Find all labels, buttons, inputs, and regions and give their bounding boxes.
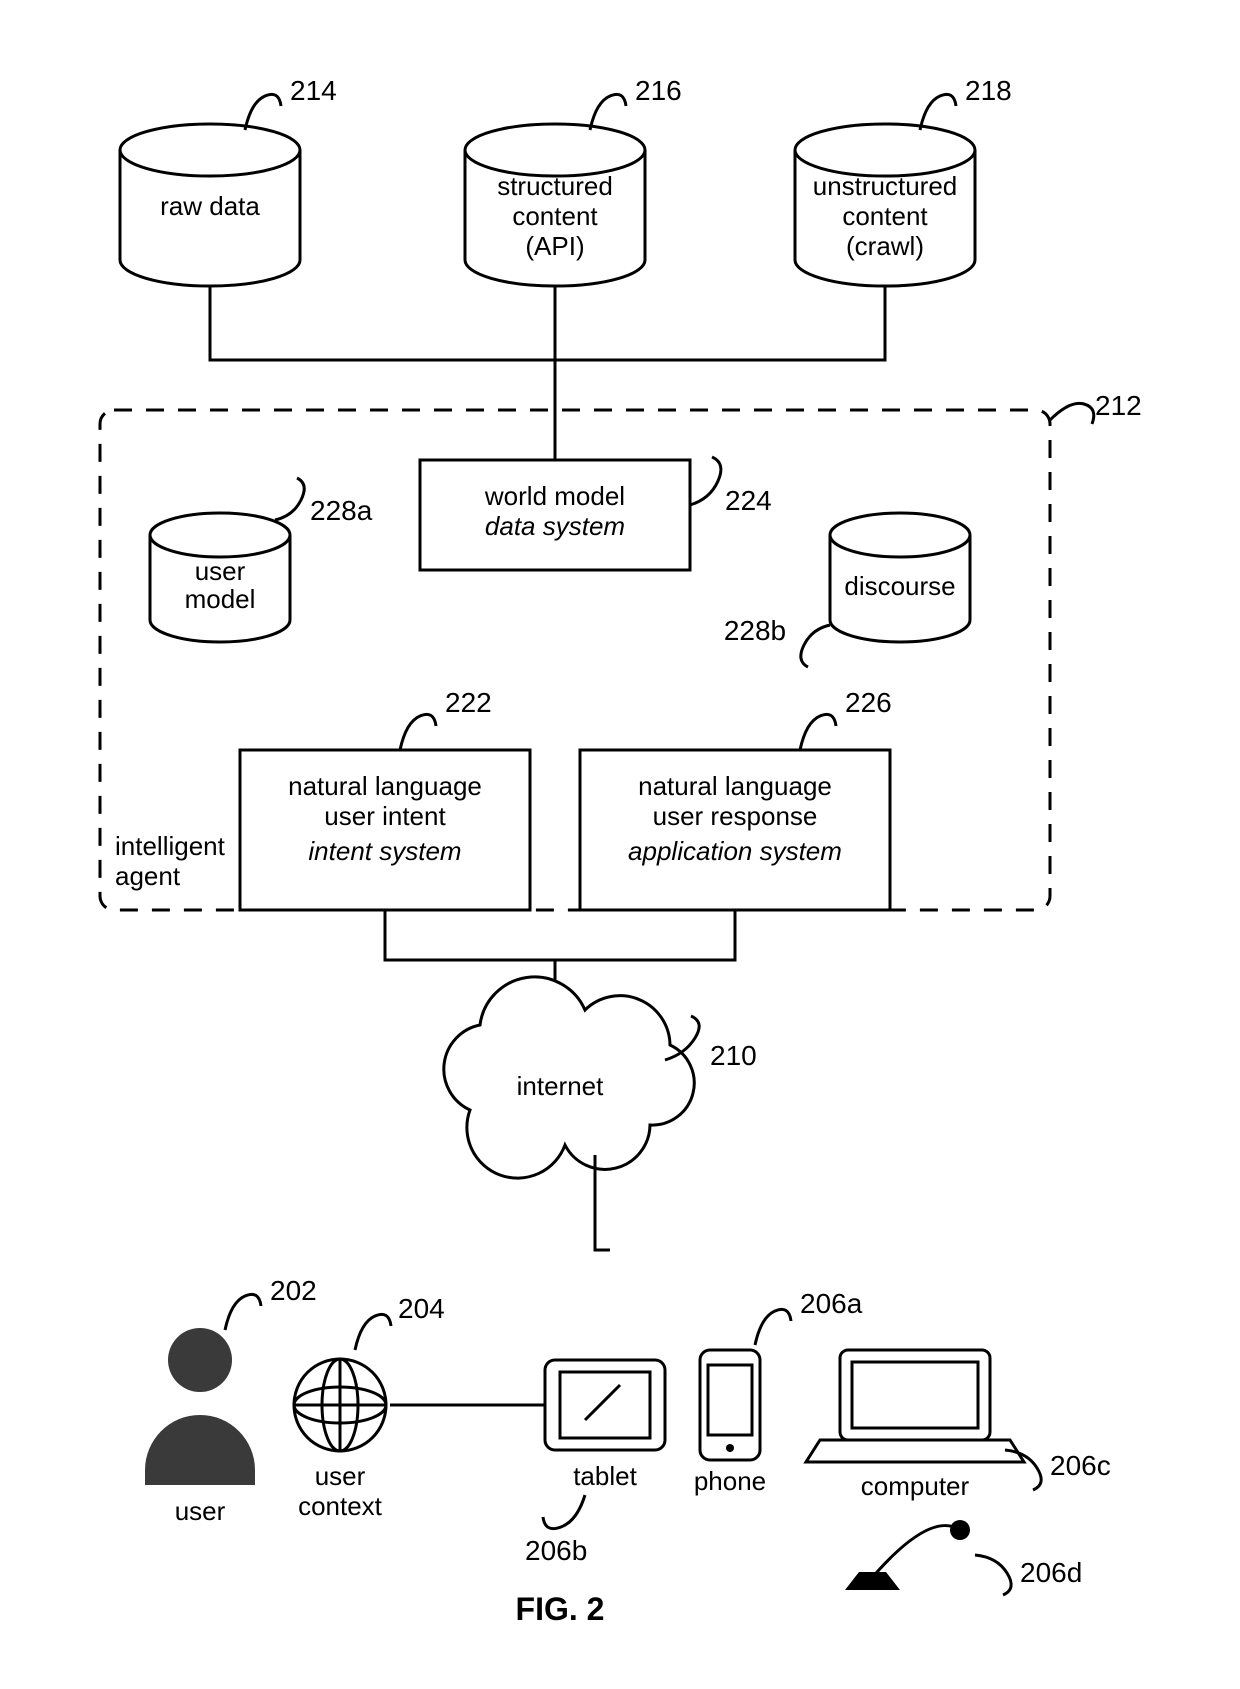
ref-228b: 228b <box>724 615 786 646</box>
agent-label-l2: agent <box>115 861 181 891</box>
user-label: user <box>175 1496 226 1526</box>
response-l1: natural language <box>638 771 832 801</box>
context-l1: user <box>315 1461 366 1491</box>
ref-210: 210 <box>710 1040 757 1071</box>
intent-l1: natural language <box>288 771 482 801</box>
ref-206a: 206a <box>800 1288 863 1319</box>
globe-icon <box>294 1359 386 1451</box>
db-structured-l2: content <box>512 201 598 231</box>
leader-204 <box>355 1314 391 1350</box>
cloud-label: internet <box>517 1071 604 1101</box>
db-unstructured-l3: (crawl) <box>846 231 924 261</box>
ref-228a: 228a <box>310 495 373 526</box>
intent-l2: user intent <box>324 801 446 831</box>
discourse-label: discourse <box>844 571 955 601</box>
tablet-icon <box>545 1360 665 1450</box>
agent-label-l1: intelligent <box>115 831 226 861</box>
leader-218 <box>920 94 956 130</box>
db-raw-data: raw data <box>120 124 300 286</box>
db-user-model: user model <box>150 513 290 642</box>
ref-206b: 206b <box>525 1535 587 1566</box>
conn-response-down <box>555 910 735 960</box>
intent-subtitle: intent system <box>308 836 461 866</box>
conn-unstructured-to-world <box>555 286 885 360</box>
computer-icon <box>806 1350 1024 1462</box>
db-raw-data-label: raw data <box>160 191 260 221</box>
db-unstructured-l2: content <box>842 201 928 231</box>
leader-202 <box>225 1294 261 1330</box>
ref-212: 212 <box>1095 390 1142 421</box>
ref-206c: 206c <box>1050 1450 1111 1481</box>
ref-224: 224 <box>725 485 772 516</box>
leader-224 <box>690 457 721 505</box>
db-structured-l3: (API) <box>525 231 584 261</box>
db-unstructured: unstructured content (crawl) <box>795 124 975 286</box>
user-icon <box>145 1328 255 1485</box>
leader-226 <box>800 714 836 750</box>
internet-cloud: internet <box>444 977 694 1178</box>
ref-204: 204 <box>398 1293 445 1324</box>
user-model-l2: model <box>185 584 256 614</box>
response-subtitle: application system <box>628 836 842 866</box>
ref-214: 214 <box>290 75 337 106</box>
world-model-subtitle: data system <box>485 511 625 541</box>
conn-intent-down <box>385 910 555 960</box>
ref-222: 222 <box>445 687 492 718</box>
ref-226: 226 <box>845 687 892 718</box>
leader-228a <box>275 478 304 520</box>
ref-202: 202 <box>270 1275 317 1306</box>
context-l2: context <box>298 1491 383 1521</box>
figure-label: FIG. 2 <box>516 1591 605 1627</box>
leader-206b <box>543 1495 585 1529</box>
leader-222 <box>400 714 436 750</box>
ref-218: 218 <box>965 75 1012 106</box>
leader-212 <box>1050 403 1094 424</box>
db-structured-l1: structured <box>497 171 613 201</box>
leader-228b <box>801 625 830 667</box>
phone-icon <box>700 1350 760 1460</box>
leader-206a <box>755 1309 791 1345</box>
response-l2: user response <box>653 801 818 831</box>
phone-label: phone <box>694 1466 766 1496</box>
computer-label: computer <box>861 1471 970 1501</box>
db-discourse: discourse <box>830 513 970 642</box>
ref-216: 216 <box>635 75 682 106</box>
db-unstructured-l1: unstructured <box>813 171 958 201</box>
leader-214 <box>245 94 281 130</box>
conn-raw-to-world <box>210 286 555 360</box>
ref-206d: 206d <box>1020 1557 1082 1588</box>
leader-216 <box>590 94 626 130</box>
leader-206d <box>975 1555 1011 1595</box>
world-model-title: world model <box>484 481 625 511</box>
microphone-icon <box>845 1520 970 1590</box>
user-model-l1: user <box>195 556 246 586</box>
tablet-label: tablet <box>573 1461 637 1491</box>
db-structured: structured content (API) <box>465 124 645 286</box>
